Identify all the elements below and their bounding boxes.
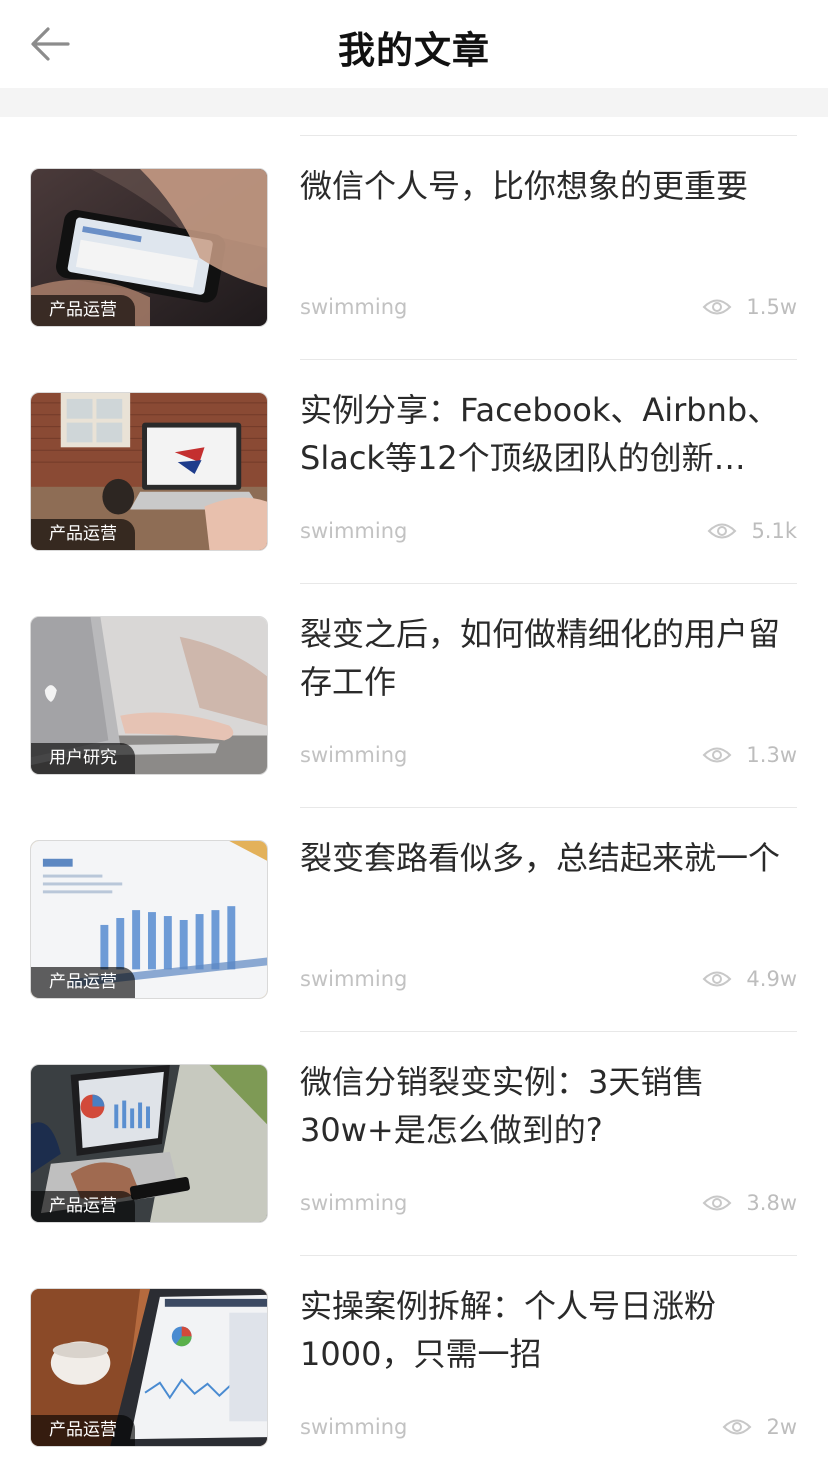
eye-icon (703, 971, 732, 987)
category-tag: 产品运营 (31, 295, 135, 326)
view-count: 4.9w (702, 967, 797, 991)
divider (300, 135, 797, 136)
article-thumbnail: 产品运营 (30, 1288, 268, 1447)
category-tag: 产品运营 (31, 1415, 135, 1446)
article-title[interactable]: 微信个人号，比你想象的更重要 (300, 162, 790, 210)
divider (300, 583, 797, 584)
divider (300, 1031, 797, 1032)
category-tag: 产品运营 (31, 519, 135, 550)
divider (300, 807, 797, 808)
article-thumbnail: 产品运营 (30, 840, 268, 999)
article-thumbnail: 产品运营 (30, 168, 268, 327)
view-count-value: 5.1k (751, 519, 797, 543)
view-count-value: 1.5w (746, 295, 797, 319)
view-count: 1.3w (702, 743, 797, 767)
category-tag: 产品运营 (31, 967, 135, 998)
eye-icon (703, 1195, 732, 1211)
article-title[interactable]: 裂变之后，如何做精细化的用户留存工作 (300, 610, 790, 706)
article-item[interactable]: 产品运营 实例分享：Facebook、Airbnb、Slack等12个顶级团队的… (0, 341, 828, 565)
article-title[interactable]: 实例分享：Facebook、Airbnb、Slack等12个顶级团队的创新… (300, 386, 790, 482)
article-title[interactable]: 实操案例拆解：个人号日涨粉1000，只需一招 (300, 1282, 790, 1378)
page-title: 我的文章 (338, 29, 490, 72)
article-item[interactable]: 产品运营 微信分销裂变实例：3天销售30w+是怎么做到的? swimming 3… (0, 1013, 828, 1237)
view-count-value: 1.3w (746, 743, 797, 767)
article-item[interactable]: 用户研究 裂变之后，如何做精细化的用户留存工作 swimming 1.3w (0, 565, 828, 789)
article-title[interactable]: 裂变套路看似多，总结起来就一个 (300, 834, 790, 882)
article-item[interactable]: 产品运营 裂变套路看似多，总结起来就一个 swimming 4.9w (0, 789, 828, 1013)
article-item[interactable]: 产品运营 实操案例拆解：个人号日涨粉1000，只需一招 swimming 2w (0, 1237, 828, 1461)
author-name: swimming (300, 295, 408, 319)
view-count-value: 2w (766, 1415, 797, 1439)
author-name: swimming (300, 519, 408, 543)
header-separator (0, 88, 828, 117)
article-title[interactable]: 微信分销裂变实例：3天销售30w+是怎么做到的? (300, 1058, 790, 1154)
view-count: 2w (722, 1415, 797, 1439)
eye-icon (708, 523, 737, 539)
category-tag: 用户研究 (31, 743, 135, 774)
author-name: swimming (300, 743, 408, 767)
author-name: swimming (300, 1415, 408, 1439)
view-count: 3.8w (702, 1191, 797, 1215)
eye-icon (723, 1419, 752, 1435)
author-name: swimming (300, 967, 408, 991)
eye-icon (703, 299, 732, 315)
article-item[interactable]: 产品运营 微信个人号，比你想象的更重要 swimming 1.5w (0, 117, 828, 341)
eye-icon (703, 747, 732, 763)
view-count: 5.1k (707, 519, 797, 543)
view-count-value: 3.8w (746, 1191, 797, 1215)
article-thumbnail: 产品运营 (30, 1064, 268, 1223)
author-name: swimming (300, 1191, 408, 1215)
app-header: 我的文章 (0, 0, 828, 88)
article-thumbnail: 用户研究 (30, 616, 268, 775)
category-tag: 产品运营 (31, 1191, 135, 1222)
article-thumbnail: 产品运营 (30, 392, 268, 551)
article-list: 产品运营 微信个人号，比你想象的更重要 swimming 1.5w 产品运营 实… (0, 117, 828, 1461)
divider (300, 1255, 797, 1256)
view-count-value: 4.9w (746, 967, 797, 991)
divider (300, 359, 797, 360)
view-count: 1.5w (702, 295, 797, 319)
